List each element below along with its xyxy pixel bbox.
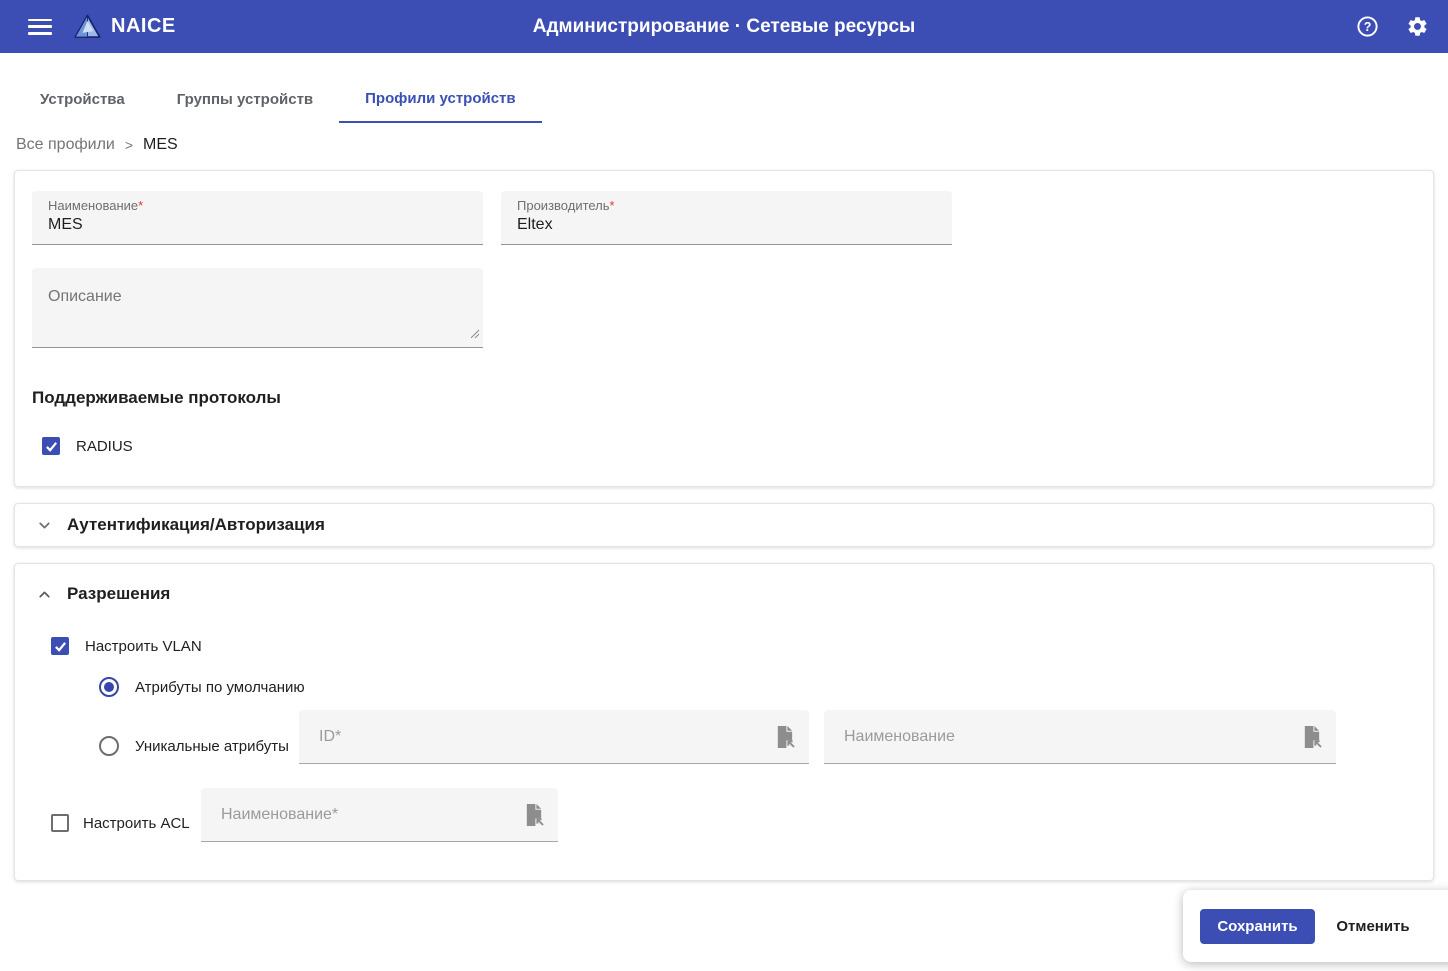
save-button[interactable]: Сохранить (1200, 909, 1315, 944)
vlan-label: Настроить VLAN (85, 638, 202, 655)
description-field (32, 268, 483, 348)
vlan-name-field (824, 710, 1336, 764)
default-attrs-row: Атрибуты по умолчанию (99, 677, 305, 697)
menu-icon[interactable] (28, 19, 52, 35)
vendor-field: Производитель* (501, 191, 952, 245)
cancel-button[interactable]: Отменить (1323, 909, 1423, 944)
profile-form-card: Наименование* Производитель* Поддерживае… (14, 170, 1434, 487)
acl-name-input[interactable] (221, 806, 523, 824)
auth-section-card[interactable]: Аутентификация/Авторизация (14, 503, 1434, 547)
unique-attrs-label: Уникальные атрибуты (135, 738, 289, 755)
app-bar: NAICE Администрирование · Сетевые ресурс… (0, 0, 1448, 53)
page-title: Администрирование · Сетевые ресурсы (0, 16, 1448, 38)
name-field-label: Наименование* (48, 198, 467, 213)
vlan-id-field (299, 710, 809, 764)
vendor-input[interactable] (517, 213, 936, 234)
resize-handle-icon[interactable] (470, 326, 480, 344)
naice-logo-icon (74, 14, 101, 39)
radius-row: RADIUS (42, 437, 133, 455)
breadcrumb-separator: > (125, 137, 133, 153)
acl-label: Настроить ACL (83, 815, 190, 832)
gear-icon[interactable] (1404, 14, 1430, 40)
chevron-down-icon[interactable] (36, 517, 53, 534)
vlan-row: Настроить VLAN (51, 637, 202, 655)
pick-from-document-icon[interactable] (774, 725, 795, 748)
vlan-id-input[interactable] (319, 728, 774, 746)
pick-from-document-icon[interactable] (1301, 725, 1322, 748)
app-name: NAICE (111, 15, 176, 38)
pick-from-document-icon[interactable] (523, 803, 544, 826)
name-field: Наименование* (32, 191, 483, 245)
permissions-section-title: Разрешения (67, 584, 170, 604)
vlan-checkbox[interactable] (51, 637, 69, 655)
tab-device-profiles[interactable]: Профили устройств (339, 75, 541, 123)
breadcrumb: Все профили > MES (16, 136, 178, 154)
acl-row: Настроить ACL (51, 814, 190, 832)
auth-section-title: Аутентификация/Авторизация (67, 515, 325, 535)
tab-bar: Устройства Группы устройств Профили устр… (14, 75, 542, 123)
default-attrs-label: Атрибуты по умолчанию (135, 679, 305, 696)
chevron-up-icon[interactable] (36, 586, 53, 603)
radius-label: RADIUS (76, 438, 133, 455)
radius-checkbox[interactable] (42, 437, 60, 455)
tab-device-groups[interactable]: Группы устройств (151, 75, 339, 123)
help-icon[interactable]: ? (1354, 14, 1380, 40)
description-textarea[interactable] (32, 268, 483, 347)
footer-actions-card: Сохранить Отменить (1183, 890, 1448, 962)
name-input[interactable] (48, 213, 467, 234)
default-attrs-radio[interactable] (99, 677, 119, 697)
vendor-field-label: Производитель* (517, 198, 936, 213)
unique-attrs-row: Уникальные атрибуты (99, 736, 289, 756)
acl-checkbox[interactable] (51, 814, 69, 832)
unique-attrs-radio[interactable] (99, 736, 119, 756)
permissions-header[interactable]: Разрешения (36, 584, 170, 604)
tab-devices[interactable]: Устройства (14, 75, 151, 123)
breadcrumb-all-profiles[interactable]: Все профили (16, 136, 115, 154)
permissions-section-card: Разрешения Настроить VLAN Атрибуты по ум… (14, 563, 1434, 881)
vlan-name-input[interactable] (844, 728, 1301, 746)
svg-text:?: ? (1363, 20, 1371, 34)
protocols-heading: Поддерживаемые протоколы (32, 388, 281, 408)
breadcrumb-current-profile: MES (143, 136, 178, 154)
acl-name-field (201, 788, 558, 842)
